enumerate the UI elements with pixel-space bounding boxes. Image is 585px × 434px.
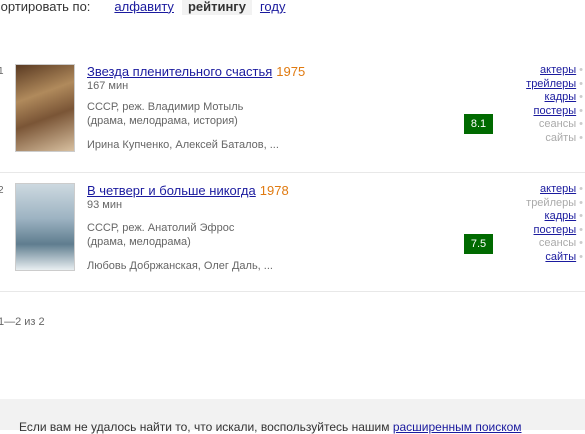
posters-link[interactable]: постеры: [534, 224, 577, 236]
bullet-icon: •: [579, 210, 583, 222]
actors-link[interactable]: актеры: [540, 183, 576, 195]
advanced-search-link[interactable]: расширенным поиском: [393, 420, 522, 434]
movie-year: 1975: [276, 64, 306, 79]
movie-row: 1 Звезда пленительного счастья 1975 167 м…: [0, 54, 585, 173]
sessions-disabled: сеансы: [538, 237, 577, 249]
movie-title-line: Звезда пленительного счастья 1975: [87, 64, 305, 79]
movie-title-link[interactable]: В четверг и больше никогда: [87, 183, 256, 198]
movie-links: актеры • трейлеры • кадры • постеры • сеансы…: [526, 64, 583, 145]
movie-country-director: СССР, реж. Анатолий Эфрос: [87, 222, 235, 234]
sites-disabled: сайты: [545, 131, 577, 144]
movie-rating-badge: 8.1: [464, 114, 493, 134]
movie-rating-badge: 7.5: [464, 234, 493, 254]
movie-actors: Ирина Купченко, Алексей Баталов, ...: [87, 139, 279, 151]
sort-by-year-link[interactable]: году: [260, 0, 286, 14]
posters-link[interactable]: постеры: [534, 105, 577, 117]
sort-by-alphabet-link[interactable]: алфавиту: [114, 0, 174, 14]
trailers-disabled: трейлеры: [526, 196, 577, 209]
bullet-icon: •: [579, 77, 583, 90]
bullet-icon: •: [579, 91, 583, 103]
bullet-icon: •: [579, 250, 583, 263]
bullet-icon: •: [579, 104, 583, 117]
movie-actors: Любовь Добржанская, Олег Даль, ...: [87, 260, 273, 272]
bullet-icon: •: [579, 183, 583, 195]
bullet-icon: •: [579, 196, 583, 209]
movie-genres: (драма, мелодрама): [87, 236, 191, 248]
movie-duration: 93 мин: [87, 199, 123, 211]
movie-duration: 167 мин: [87, 80, 129, 92]
frames-link[interactable]: кадры: [545, 210, 577, 222]
movie-links: актеры • трейлеры • кадры • постеры • сеансы…: [526, 183, 583, 264]
movie-row: 2 В четверг и больше никогда 1978 93 мин …: [0, 173, 585, 292]
bullet-icon: •: [579, 131, 583, 144]
movie-poster-image[interactable]: [15, 183, 75, 271]
sort-by-rating-active: рейтингу: [181, 0, 252, 15]
sessions-disabled: сеансы: [538, 118, 577, 130]
sites-link[interactable]: сайты: [545, 251, 576, 263]
movie-country-director: СССР, реж. Владимир Мотыль: [87, 101, 244, 113]
sort-bar: сортировать по: алфавиту рейтингу году: [0, 0, 293, 16]
movie-year: 1978: [259, 183, 289, 198]
frames-link[interactable]: кадры: [545, 91, 577, 103]
pagination-info: 1—2 из 2: [0, 316, 45, 328]
movie-genres: (драма, мелодрама, история): [87, 115, 238, 127]
bullet-icon: •: [579, 64, 583, 76]
movie-title-line: В четверг и больше никогда 1978: [87, 183, 289, 198]
movie-index: 2: [0, 185, 4, 196]
movie-index: 1: [0, 66, 4, 77]
sort-label: сортировать по:: [0, 0, 91, 14]
actors-link[interactable]: актеры: [540, 64, 576, 76]
footer-hint: Если вам не удалось найти то, что искали…: [0, 399, 585, 434]
bullet-icon: •: [579, 237, 583, 249]
trailers-link[interactable]: трейлеры: [526, 78, 576, 90]
footer-text: Если вам не удалось найти то, что искали…: [19, 420, 393, 434]
movie-title-link[interactable]: Звезда пленительного счастья: [87, 64, 272, 79]
movie-poster-image[interactable]: [15, 64, 75, 152]
bullet-icon: •: [579, 118, 583, 130]
bullet-icon: •: [579, 223, 583, 236]
